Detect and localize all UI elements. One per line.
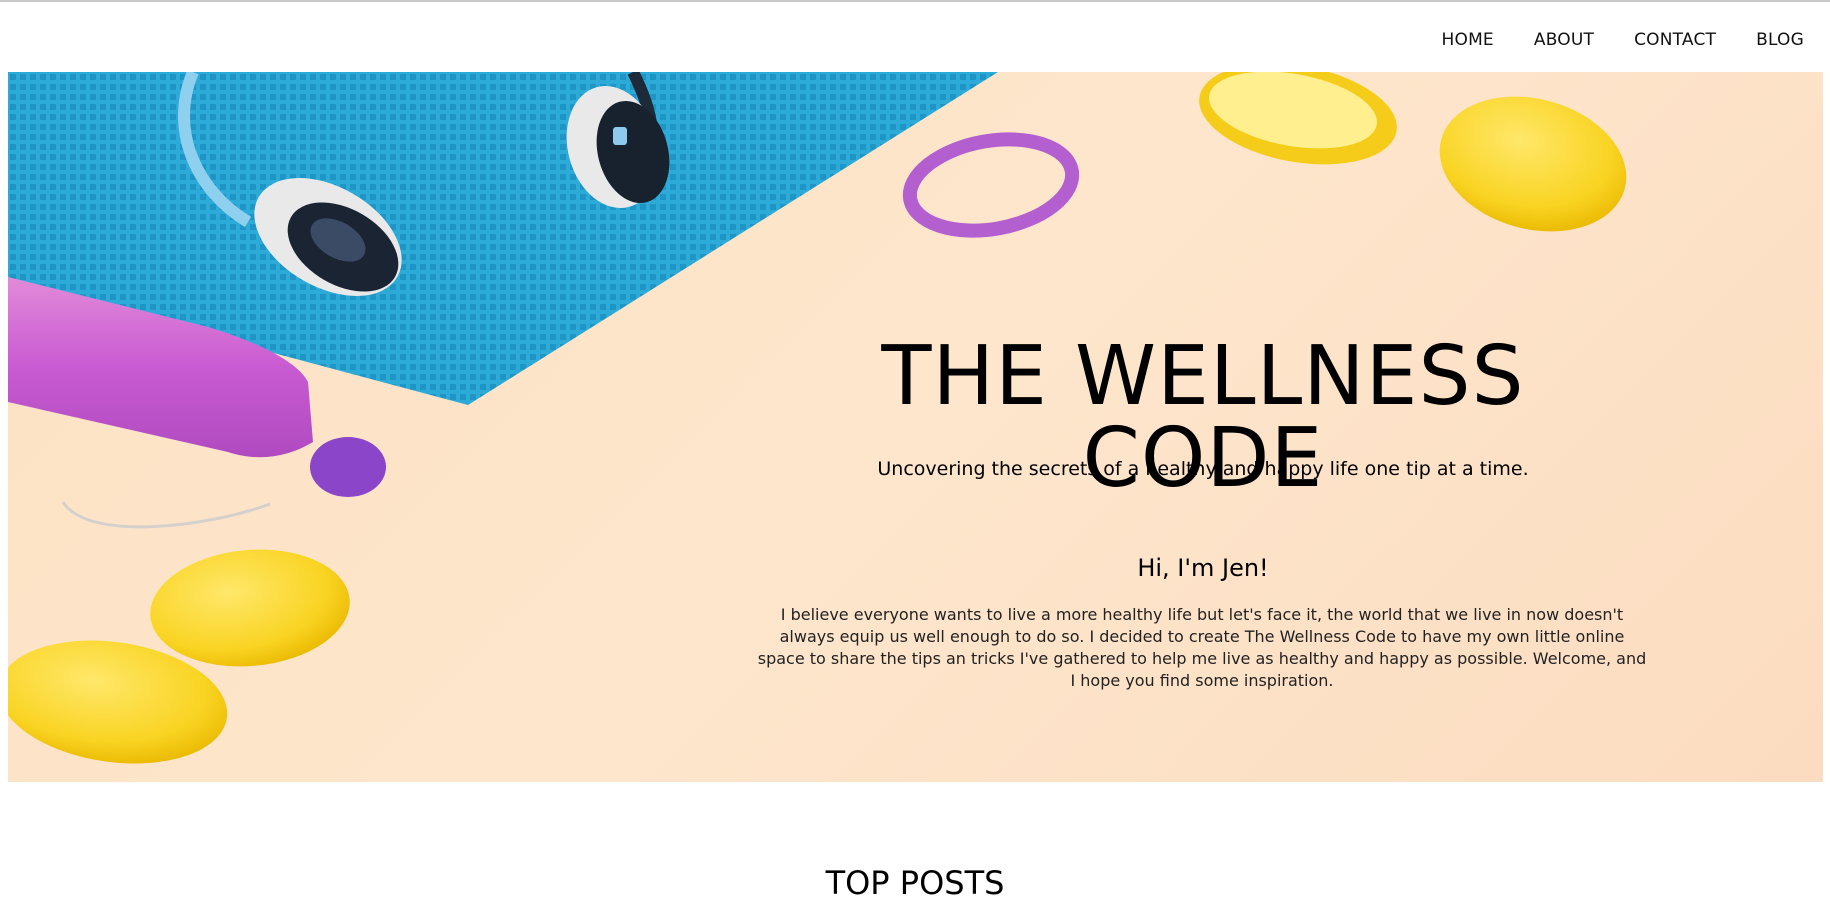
nav-about-link[interactable]: ABOUT — [1534, 30, 1594, 50]
top-posts-heading: TOP POSTS — [825, 864, 1005, 902]
top-divider — [0, 0, 1830, 2]
lemon — [150, 549, 350, 667]
fitness-band — [902, 132, 1080, 238]
intro-paragraph: I believe everyone wants to live a more … — [757, 605, 1647, 690]
nav-blog-link[interactable]: BLOG — [1756, 30, 1804, 50]
lemon — [1439, 96, 1627, 232]
hero-banner: THE WELLNESS CODE Uncovering the secrets… — [8, 72, 1823, 782]
main-nav: HOME ABOUT CONTACT BLOG — [1442, 30, 1805, 50]
intro-heading: Hi, I'm Jen! — [1137, 554, 1269, 582]
nav-contact-link[interactable]: CONTACT — [1634, 30, 1716, 50]
nav-home-link[interactable]: HOME — [1442, 30, 1494, 50]
lemon-half — [1199, 72, 1397, 165]
site-tagline: Uncovering the secrets of a healthy and … — [877, 458, 1529, 480]
